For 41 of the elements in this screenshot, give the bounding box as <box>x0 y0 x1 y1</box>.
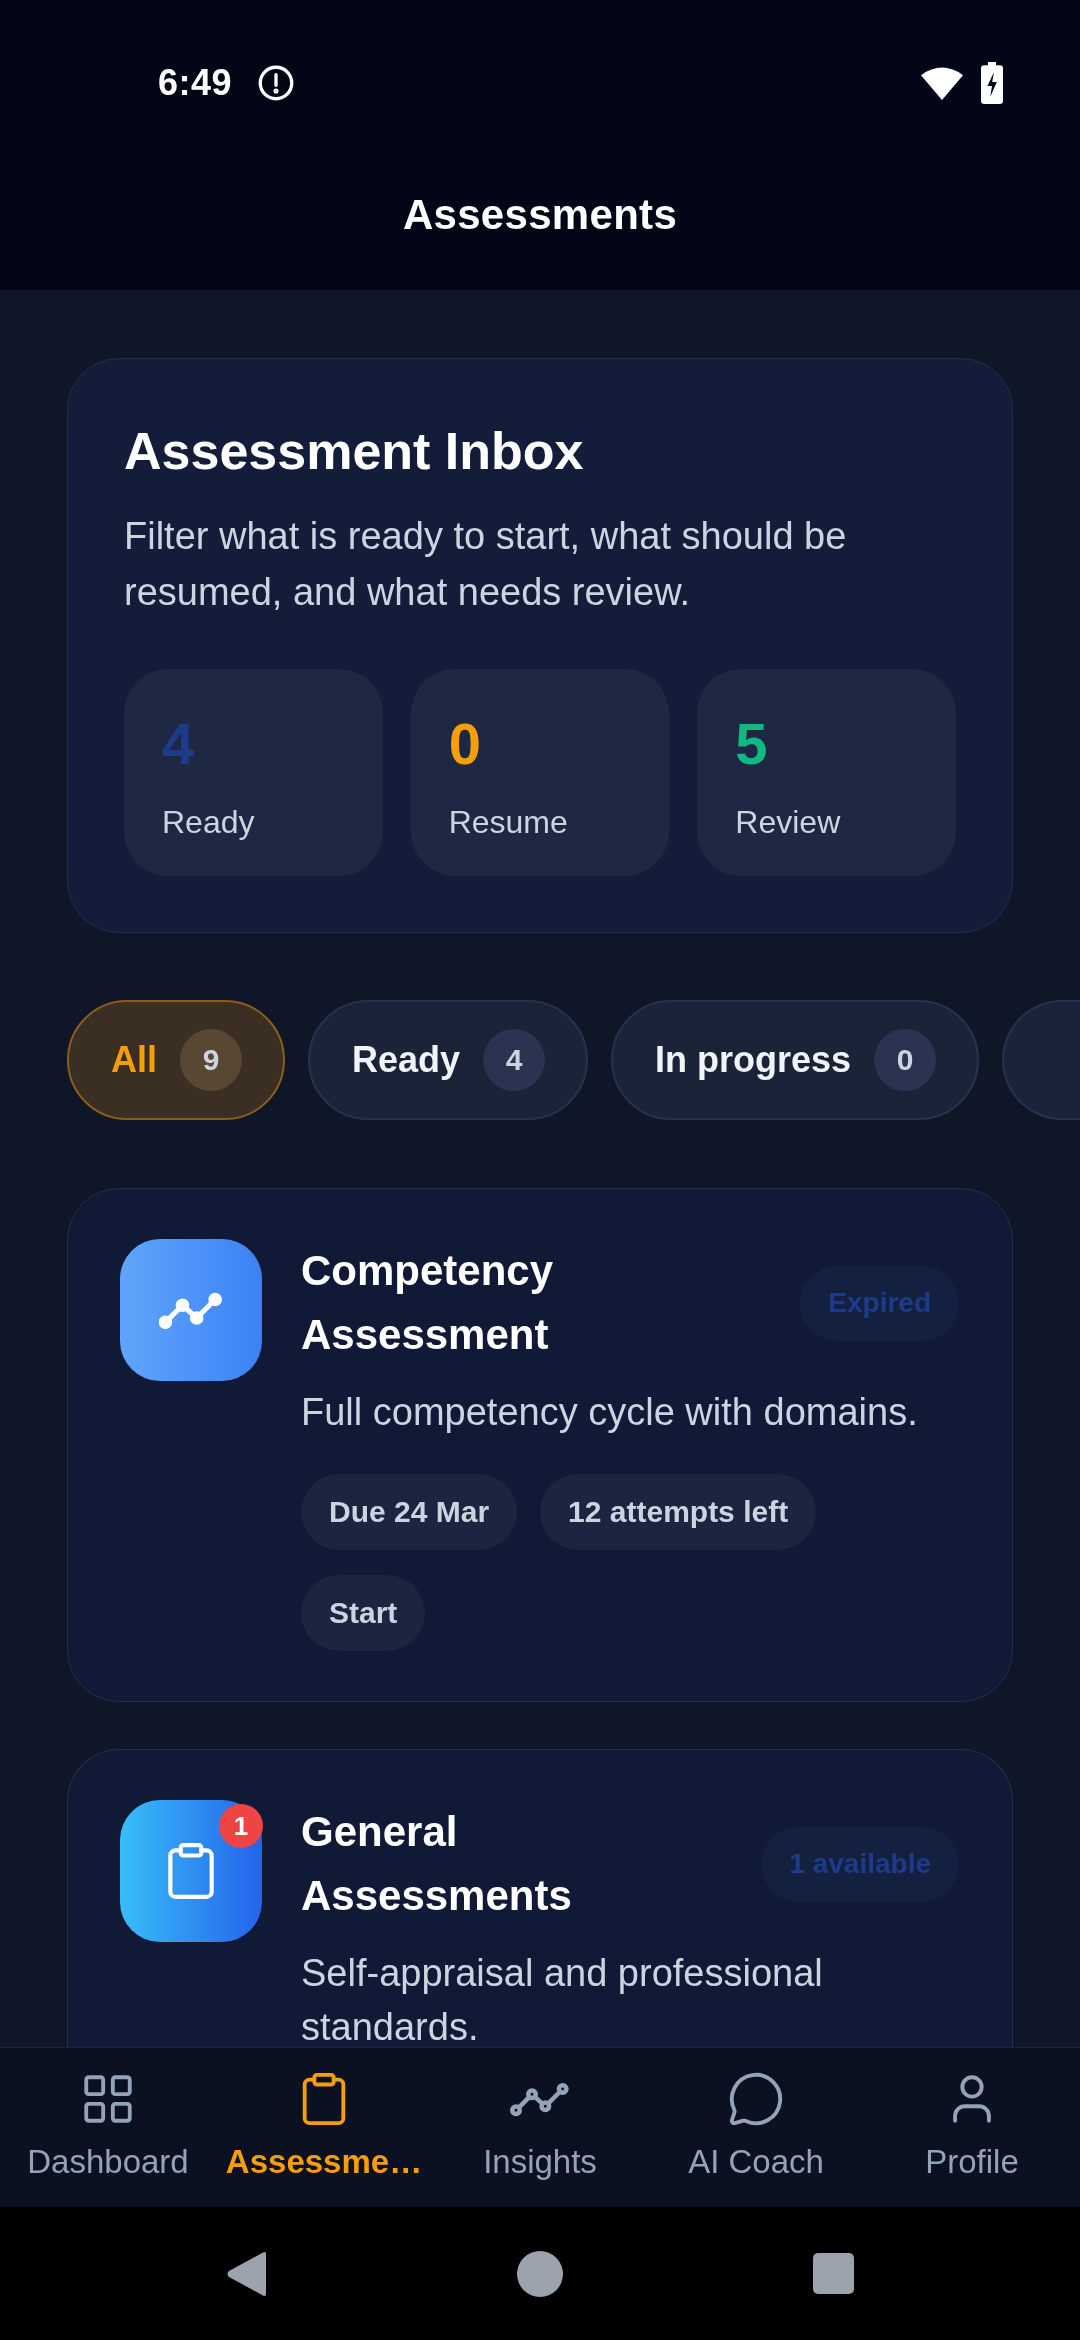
filter-chip[interactable]: In progress 0 <box>611 1000 980 1120</box>
assessment-title: General Assessments <box>301 1807 573 1921</box>
stat-value: 0 <box>448 712 482 776</box>
assessment-card[interactable]: 1 General Assessments 1 available Self-appraisal and professional standards. <box>67 1749 1013 2047</box>
count-badge: 9 <box>180 1029 242 1091</box>
inbox-title: Assessment Inbox <box>124 421 585 482</box>
back-icon[interactable] <box>226 2250 268 2297</box>
status-badge: Expired <box>800 1265 959 1341</box>
stat-label: Ready <box>162 803 256 842</box>
info-chip: Due 24 Mar <box>301 1474 518 1550</box>
line-chart-icon <box>120 1239 262 1381</box>
assessment-title: Competency Assessment <box>301 1246 555 1360</box>
nav-tab[interactable]: Assessme… <box>216 2048 432 2207</box>
stat-value: 4 <box>162 712 196 776</box>
recents-icon[interactable] <box>812 2253 854 2294</box>
home-icon[interactable] <box>517 2250 563 2297</box>
status-time: 6:49 <box>158 62 233 104</box>
info-chip: 12 attempts left <box>540 1474 817 1550</box>
nav-tab[interactable]: AI Coach <box>648 2048 864 2207</box>
inbox-description: Filter what is ready to start, what should be resumed, and what needs review. <box>124 514 848 615</box>
stat-label: Review <box>735 803 842 842</box>
status-badge: 1 available <box>761 1826 959 1902</box>
nav-tab[interactable]: Dashboard <box>0 2048 216 2207</box>
count-badge: 4 <box>483 1029 546 1091</box>
clipboard-icon <box>120 1800 262 1942</box>
assessment-description: Full competency cycle with domains. <box>301 1390 919 1435</box>
filter-chip[interactable]: All 9 <box>67 1000 285 1120</box>
battery-charging-icon <box>981 62 1003 104</box>
wifi-icon <box>921 66 963 100</box>
stat-value: 5 <box>735 712 769 776</box>
assessment-description: Self-appraisal and professional standards. <box>301 1951 824 2047</box>
count-badge: 0 <box>874 1029 937 1091</box>
stat-label: Resume <box>448 803 569 842</box>
assessment-card[interactable]: Competency Assessment Expired Full competency cycle with domains. Due 24 Mar 12 attempts left Start <box>67 1188 1013 1702</box>
alert-circle-icon <box>258 65 295 101</box>
page-title: Assessments <box>402 191 678 239</box>
chat-bubble-icon <box>727 2070 785 2128</box>
info-chip: Start <box>301 1575 426 1651</box>
nav-tab[interactable]: Insights <box>432 2048 648 2207</box>
filter-chip[interactable]: Ready 4 <box>308 1000 589 1120</box>
nav-tab[interactable]: Profile <box>864 2048 1080 2207</box>
